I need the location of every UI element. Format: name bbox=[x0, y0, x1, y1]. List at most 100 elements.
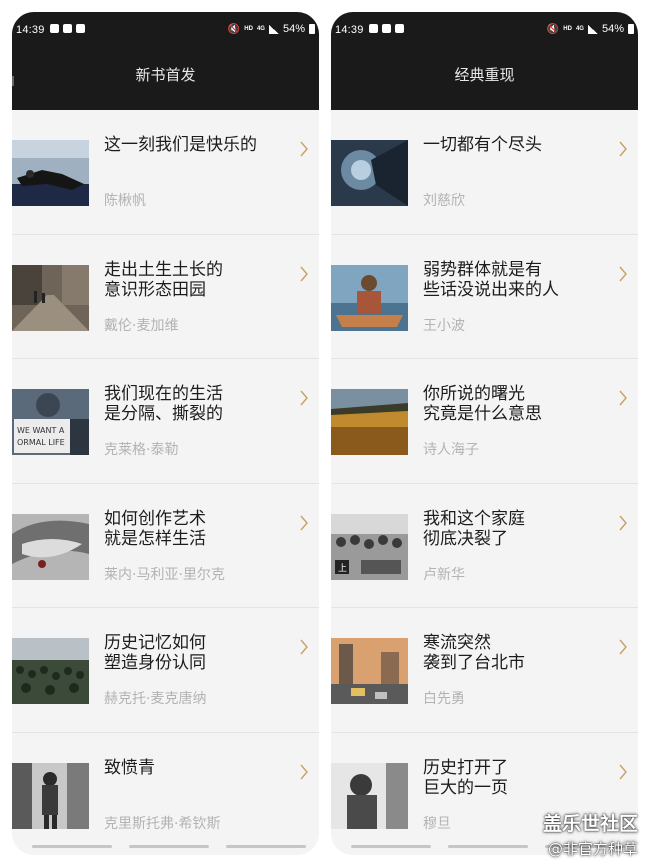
system-icons: 🔇 HD 4G 54% bbox=[547, 23, 634, 35]
chevron-right-icon bbox=[300, 764, 308, 779]
book-cover-image bbox=[12, 638, 89, 704]
battery-icon bbox=[309, 24, 315, 34]
book-title: 历史记忆如何 塑造身份认同 bbox=[104, 633, 206, 673]
book-cover-image bbox=[12, 762, 89, 829]
phone-screen-new-books: 14:39 🔇 HD 4G 54% 新书首发 这一刻我们是快乐的 陈楸帆 走出土… bbox=[12, 12, 319, 855]
book-title: 寒流突然 袭到了台北市 bbox=[423, 633, 525, 673]
status-time: 14:39 bbox=[335, 24, 364, 36]
signal-icon bbox=[587, 24, 598, 34]
watermark-brand: 盖乐世社区 bbox=[542, 813, 638, 835]
book-author: 白先勇 bbox=[423, 691, 465, 707]
book-cover-image bbox=[12, 513, 89, 580]
back-icon[interactable] bbox=[12, 76, 14, 86]
page-title: 新书首发 bbox=[135, 66, 196, 84]
book-cover-image: 上 bbox=[331, 513, 408, 580]
book-cover-image bbox=[12, 140, 89, 206]
book-cover-image bbox=[331, 140, 408, 206]
nav-handle[interactable] bbox=[351, 845, 431, 848]
phone-screen-classics: 14:39 🔇 HD 4G 54% 经典重现 一切都有个尽头 刘慈欣 弱势群体就… bbox=[331, 12, 638, 855]
book-author: 穆旦 bbox=[423, 815, 451, 832]
list-item[interactable]: 历史记忆如何 塑造身份认同 赫克托·麦克唐纳 bbox=[12, 608, 319, 733]
nav-handle[interactable] bbox=[32, 845, 112, 848]
battery-icon bbox=[628, 24, 634, 34]
book-author: 克里斯托弗·希钦斯 bbox=[104, 815, 221, 832]
chevron-right-icon bbox=[300, 639, 308, 655]
svg-text:上: 上 bbox=[338, 563, 347, 574]
book-title: 我们现在的生活 是分隔、撕裂的 bbox=[104, 384, 223, 424]
book-title: 你所说的曙光 究竟是什么意思 bbox=[423, 384, 542, 424]
chevron-right-icon bbox=[619, 639, 627, 655]
shop-notification-icon bbox=[382, 24, 391, 33]
book-author: 卢新华 bbox=[423, 566, 465, 583]
book-title: 这一刻我们是快乐的 bbox=[104, 135, 257, 155]
book-list: 一切都有个尽头 刘慈欣 弱势群体就是有 些话没说出来的人 王小波 你所说的曙光 … bbox=[331, 110, 638, 855]
book-author: 克莱格·泰勒 bbox=[104, 442, 179, 458]
list-item[interactable]: 上 我和这个家庭 彻底决裂了 卢新华 bbox=[331, 483, 638, 608]
book-cover-image bbox=[331, 638, 408, 704]
book-cover-image bbox=[12, 264, 89, 331]
chevron-right-icon bbox=[300, 390, 308, 406]
notification-icons bbox=[369, 24, 404, 33]
battery-text: 54% bbox=[282, 23, 305, 35]
list-item[interactable]: 你所说的曙光 究竟是什么意思 诗人海子 bbox=[331, 359, 638, 484]
nav-handle[interactable] bbox=[448, 845, 528, 848]
book-author: 莱内·马利亚·里尔克 bbox=[104, 566, 225, 583]
list-item[interactable]: 致愤青 克里斯托弗·希钦斯 bbox=[12, 732, 319, 855]
book-author: 戴伦·麦加维 bbox=[104, 317, 179, 334]
network-label: 4G bbox=[256, 26, 265, 32]
hd-label: HD bbox=[244, 26, 253, 32]
book-title: 弱势群体就是有 些话没说出来的人 bbox=[423, 259, 559, 300]
book-list: 这一刻我们是快乐的 陈楸帆 走出土生土长的 意识形态田园 戴伦·麦加维 WE W… bbox=[12, 110, 319, 855]
mute-icon: 🔇 bbox=[546, 23, 560, 35]
battery-text: 54% bbox=[601, 23, 624, 35]
book-title: 我和这个家庭 彻底决裂了 bbox=[423, 508, 525, 549]
book-cover-image bbox=[331, 389, 408, 455]
list-item[interactable]: 一切都有个尽头 刘慈欣 bbox=[331, 110, 638, 235]
hd-label: HD bbox=[563, 26, 572, 32]
list-item[interactable]: WE WANT A ORMAL LIFE 我们现在的生活 是分隔、撕裂的 克莱格·… bbox=[12, 359, 319, 484]
status-time: 14:39 bbox=[16, 24, 45, 36]
app-notification-icon bbox=[395, 24, 404, 33]
chevron-right-icon bbox=[619, 764, 627, 779]
svg-text:WE WANT A: WE WANT A bbox=[17, 426, 65, 435]
network-label: 4G bbox=[575, 26, 584, 32]
chevron-right-icon bbox=[300, 141, 308, 157]
navigation-bar bbox=[12, 845, 319, 849]
svg-text:ORMAL LIFE: ORMAL LIFE bbox=[17, 438, 65, 447]
mute-icon: 🔇 bbox=[227, 23, 241, 35]
system-icons: 🔇 HD 4G 54% bbox=[228, 23, 315, 35]
status-bar: 14:39 🔇 HD 4G 54% bbox=[12, 12, 319, 48]
list-item[interactable]: 如何创作艺术 就是怎样生活 莱内·马利亚·里尔克 bbox=[12, 483, 319, 608]
chevron-right-icon bbox=[619, 390, 627, 406]
list-item[interactable]: 这一刻我们是快乐的 陈楸帆 bbox=[12, 110, 319, 235]
book-title: 走出土生土长的 意识形态田园 bbox=[104, 259, 223, 300]
page-title: 经典重现 bbox=[454, 66, 515, 84]
nav-handle[interactable] bbox=[226, 845, 306, 848]
list-item[interactable]: 走出土生土长的 意识形态田园 戴伦·麦加维 bbox=[12, 234, 319, 359]
list-item[interactable]: 寒流突然 袭到了台北市 白先勇 bbox=[331, 608, 638, 733]
book-author: 刘慈欣 bbox=[423, 193, 465, 209]
book-cover-image bbox=[331, 264, 408, 331]
book-title: 历史打开了 巨大的一页 bbox=[423, 757, 508, 798]
chevron-right-icon bbox=[619, 515, 627, 530]
status-bar: 14:39 🔇 HD 4G 54% bbox=[331, 12, 638, 48]
book-title: 一切都有个尽头 bbox=[423, 135, 542, 155]
book-cover-image: WE WANT A ORMAL LIFE bbox=[12, 389, 89, 455]
chevron-right-icon bbox=[619, 266, 627, 281]
image-notification-icon bbox=[50, 24, 59, 33]
watermark: 盖乐世社区 @非官方种草 bbox=[543, 809, 638, 859]
image-notification-icon bbox=[369, 24, 378, 33]
nav-handle[interactable] bbox=[129, 845, 209, 848]
list-item[interactable]: 弱势群体就是有 些话没说出来的人 王小波 bbox=[331, 234, 638, 359]
book-title: 如何创作艺术 就是怎样生活 bbox=[104, 508, 206, 549]
chevron-right-icon bbox=[300, 266, 308, 281]
book-author: 诗人海子 bbox=[423, 442, 479, 458]
signal-icon bbox=[268, 24, 279, 34]
book-author: 陈楸帆 bbox=[104, 193, 146, 209]
watermark-handle: @非官方种草 bbox=[547, 840, 638, 858]
book-author: 赫克托·麦克唐纳 bbox=[104, 691, 207, 707]
page-header: 新书首发 bbox=[12, 48, 319, 110]
page-header: 经典重现 bbox=[331, 48, 638, 110]
chevron-right-icon bbox=[300, 515, 308, 530]
book-title: 致愤青 bbox=[104, 757, 155, 778]
